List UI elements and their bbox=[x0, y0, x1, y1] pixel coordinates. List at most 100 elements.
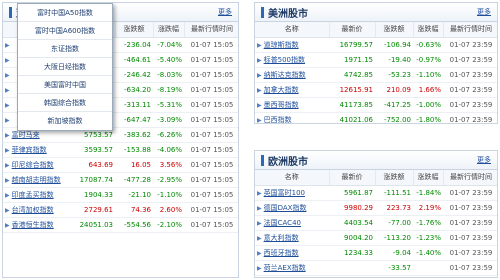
price-cell: 3593.57 bbox=[71, 142, 115, 158]
dropdown-menu-item[interactable]: 东证指数 bbox=[18, 40, 112, 58]
table-row[interactable]: ▶ 德国DAX指数 9980.29 223.73 2.19% 01-07 23:59 bbox=[255, 200, 497, 216]
dropdown-menu-item[interactable]: 韩国综合指数 bbox=[18, 94, 112, 112]
change-cell: 223.73 bbox=[375, 200, 413, 216]
index-name-cell[interactable]: ▶ 墨西哥指数 bbox=[255, 97, 329, 113]
dropdown-menu-item[interactable]: 新加坡指数 bbox=[18, 112, 112, 130]
more-link[interactable]: 更多 bbox=[218, 7, 232, 17]
time-cell: 01-07 15:05 bbox=[184, 37, 238, 53]
dropdown-menu-item[interactable]: 大阪日经指数 bbox=[18, 58, 112, 76]
bullet-icon: ▶ bbox=[5, 191, 10, 199]
percent-cell: -8.03% bbox=[153, 67, 184, 83]
index-name-link[interactable]: 墨西哥指数 bbox=[264, 101, 299, 109]
index-name-link[interactable]: 法国CAC40 bbox=[264, 219, 301, 227]
index-name-cell[interactable]: ▶ 法国CAC40 bbox=[255, 215, 329, 231]
column-header: 涨跌幅 bbox=[413, 170, 444, 186]
change-cell: -77.00 bbox=[375, 215, 413, 231]
index-name-cell[interactable]: ▶ 西班牙指数 bbox=[255, 245, 329, 261]
change-cell: -313.11 bbox=[115, 97, 153, 113]
index-name-cell[interactable]: ▶ 道琼斯指数 bbox=[255, 37, 329, 53]
time-cell: 01-07 23:59 bbox=[443, 52, 497, 68]
table-row[interactable]: ▶ 印度孟买指数 1904.33 -21.10 -1.10% 01-07 15:05 bbox=[3, 187, 238, 203]
index-name-link[interactable]: 荷兰AEX指数 bbox=[264, 264, 306, 272]
time-cell: 01-07 23:59 bbox=[443, 200, 497, 216]
percent-cell: -1.23% bbox=[413, 230, 443, 246]
europe-markets-panel: 欧洲股市 更多 名称 最新价 涨跌额 涨跌幅 最新行情时间 ▶ 英国富时100 5961.8… bbox=[254, 150, 498, 278]
bullet-icon: ▶ bbox=[257, 204, 262, 212]
time-cell: 01-07 23:59 bbox=[443, 215, 497, 231]
table-row[interactable]: ▶ 荷兰AEX指数 -33.57 01-07 23:59 bbox=[255, 260, 497, 276]
index-name-link[interactable]: 道琼斯指数 bbox=[264, 41, 299, 49]
table-row[interactable]: ▶ 法国CAC40 4403.54 -77.00 -1.76% 01-07 23:59 bbox=[255, 215, 497, 231]
dropdown-menu-item[interactable]: 富时中国A600指数 bbox=[18, 22, 112, 40]
percent-cell: -2.10% bbox=[153, 217, 184, 233]
index-name-link[interactable]: 台湾加权指数 bbox=[12, 206, 54, 214]
index-name-link[interactable]: 菲律宾指数 bbox=[12, 146, 47, 154]
price-cell: 4403.54 bbox=[329, 215, 375, 231]
index-name-link[interactable]: 标普500指数 bbox=[264, 56, 305, 64]
percent-cell: -0.63% bbox=[413, 37, 443, 53]
index-name-link[interactable]: 富时马来 bbox=[12, 131, 40, 139]
index-name-cell[interactable]: ▶ 英国富时100 bbox=[255, 185, 329, 201]
price-cell: 1971.15 bbox=[329, 52, 375, 68]
bullet-icon: ▶ bbox=[257, 219, 262, 227]
index-name-cell[interactable]: ▶ 巴西指数 bbox=[255, 112, 329, 124]
table-row[interactable]: ▶ 英国富时100 5961.87 -111.51 -1.84% 01-07 23:59 bbox=[255, 185, 497, 201]
index-name-cell[interactable]: ▶ 荷兰AEX指数 bbox=[255, 260, 329, 276]
index-name-cell[interactable]: ▶ 台湾加权指数 bbox=[3, 202, 71, 218]
index-name-link[interactable]: 意大利指数 bbox=[264, 234, 299, 242]
table-row[interactable]: ▶ 加拿大指数 12615.91 210.09 1.66% 01-07 23:59 bbox=[255, 82, 497, 98]
index-name-cell[interactable]: ▶ 印度孟买指数 bbox=[3, 187, 71, 203]
table-row[interactable]: ▶ 墨西哥指数 41173.85 -417.25 -1.00% 01-07 23:59 bbox=[255, 97, 497, 113]
more-link[interactable]: 更多 bbox=[477, 155, 491, 165]
time-cell: 01-07 23:59 bbox=[443, 97, 497, 113]
bullet-icon: ▶ bbox=[5, 176, 10, 184]
index-name-link[interactable]: 纳斯达克指数 bbox=[264, 71, 306, 79]
percent-cell: -2.95% bbox=[153, 172, 184, 188]
table-row[interactable]: ▶ 香港恒生指数 24051.03 -554.56 -2.10% 01-07 15:05 bbox=[3, 217, 238, 233]
bullet-icon: ▶ bbox=[5, 146, 10, 154]
table-row[interactable]: ▶ 越南胡志明指数 17087.74 -477.28 -2.95% 01-07 15:05 bbox=[3, 172, 238, 188]
dropdown-menu-item[interactable]: 美国富时中国 bbox=[18, 76, 112, 94]
index-name-cell[interactable]: ▶ 纳斯达克指数 bbox=[255, 67, 329, 83]
bullet-icon: ▶ bbox=[257, 56, 262, 64]
price-cell: 1234.33 bbox=[329, 245, 375, 261]
change-cell: -111.51 bbox=[375, 185, 413, 201]
index-name-link[interactable]: 加拿大指数 bbox=[264, 86, 299, 94]
index-name-link[interactable]: 英国富时100 bbox=[264, 189, 305, 197]
index-name-link[interactable]: 巴西指数 bbox=[264, 116, 292, 124]
index-name-link[interactable]: 西班牙指数 bbox=[264, 249, 299, 257]
table-row[interactable]: ▶ 台湾加权指数 2729.61 74.36 2.60% 01-07 15:05 bbox=[3, 202, 238, 218]
table-row[interactable]: ▶ 巴西指数 41021.06 -752.00 -1.80% 01-07 23:59 bbox=[255, 112, 497, 124]
table-row[interactable]: ▶ 纳斯达克指数 4742.85 -53.23 -1.10% 01-07 23:59 bbox=[255, 67, 497, 83]
time-cell: 01-07 23:59 bbox=[443, 230, 497, 246]
table-row[interactable]: ▶ 道琼斯指数 16799.57 -106.94 -0.63% 01-07 23:59 bbox=[255, 37, 497, 53]
index-name-cell[interactable]: ▶ 香港恒生指数 bbox=[3, 217, 71, 233]
index-name-cell[interactable]: ▶ 标普500指数 bbox=[255, 52, 329, 68]
table-row[interactable]: ▶ 意大利指数 9004.20 -113.20 -1.23% 01-07 23:59 bbox=[255, 230, 497, 246]
index-name-cell[interactable]: ▶ 意大利指数 bbox=[255, 230, 329, 246]
table-row[interactable]: ▶ 标普500指数 1971.15 -19.40 -0.97% 01-07 23:59 bbox=[255, 52, 497, 68]
percent-cell: -0.97% bbox=[413, 52, 443, 68]
more-link[interactable]: 更多 bbox=[477, 7, 491, 17]
time-cell: 01-07 23:59 bbox=[443, 37, 497, 53]
index-name-cell[interactable]: ▶ 越南胡志明指数 bbox=[3, 172, 71, 188]
index-name-cell[interactable]: ▶ 菲律宾指数 bbox=[3, 142, 71, 158]
column-header: 最新价 bbox=[329, 170, 376, 186]
table-row[interactable]: ▶ 印尼综合指数 643.69 16.05 3.56% 01-07 15:05 bbox=[3, 157, 238, 173]
dropdown-menu-item[interactable]: 富时中国A50指数 bbox=[18, 4, 112, 22]
time-cell: 01-07 23:59 bbox=[443, 112, 497, 123]
index-name-link[interactable]: 德国DAX指数 bbox=[264, 204, 307, 212]
index-name-link[interactable]: 香港恒生指数 bbox=[12, 221, 54, 229]
table-row[interactable]: ▶ 菲律宾指数 3593.57 -153.88 -4.06% 01-07 15:05 bbox=[3, 142, 238, 158]
index-name-link[interactable]: 印尼综合指数 bbox=[12, 161, 54, 169]
table-row[interactable]: ▶ 西班牙指数 1234.33 -9.04 -1.40% 01-07 23:59 bbox=[255, 245, 497, 261]
index-name-cell[interactable]: ▶ 印尼综合指数 bbox=[3, 157, 71, 173]
bullet-icon: ▶ bbox=[5, 71, 10, 79]
panel-header: 欧洲股市 更多 bbox=[255, 151, 497, 170]
index-name-link[interactable]: 越南胡志明指数 bbox=[12, 176, 61, 184]
index-name-cell[interactable]: ▶ 德国DAX指数 bbox=[255, 200, 329, 216]
index-name-cell[interactable]: ▶ 加拿大指数 bbox=[255, 82, 329, 98]
index-name-link[interactable]: 印度孟买指数 bbox=[12, 191, 54, 199]
change-cell: -153.88 bbox=[115, 142, 153, 158]
bullet-icon: ▶ bbox=[5, 131, 10, 139]
